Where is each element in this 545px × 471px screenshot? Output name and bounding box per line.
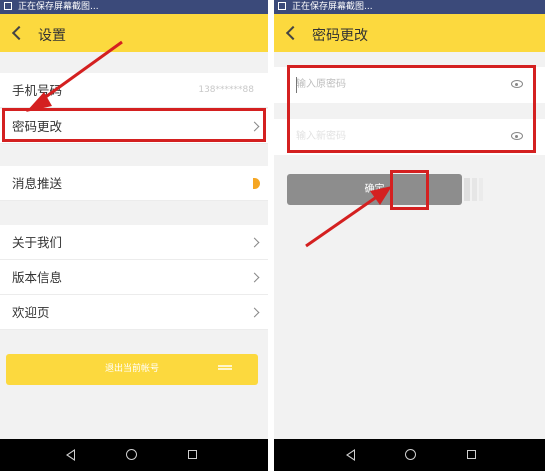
annotation-arrow-left [26,40,123,112]
system-nav-bar [0,439,268,471]
system-nav-bar [274,439,545,471]
arrow-shaft [305,194,379,248]
nav-home-icon[interactable] [126,449,137,460]
nav-back-icon[interactable] [346,449,355,461]
nav-recent-icon[interactable] [467,450,476,459]
arrow-head [370,186,392,205]
annotation-arrow-right [305,186,392,248]
nav-recent-icon[interactable] [188,450,197,459]
nav-home-icon[interactable] [405,449,416,460]
nav-back-icon[interactable] [66,449,75,461]
arrow-shaft [39,40,123,103]
change-password-screen: 正在保存屏幕截图... 密码更改 输入原密码 输入新密码 确定 [274,0,545,471]
settings-screen: 正在保存屏幕截图... 设置 手机号码 138******88 密码更改 消息推… [0,0,268,471]
